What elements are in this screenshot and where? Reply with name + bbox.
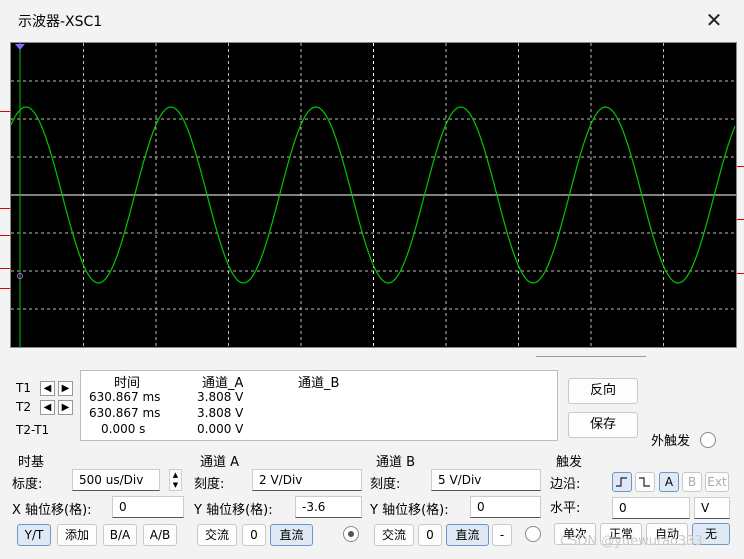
cursor-t1-marker-icon bbox=[15, 44, 25, 50]
scope-canvas bbox=[11, 43, 736, 347]
trigger-level-label: 水平: bbox=[550, 501, 581, 516]
channel-a-header: 通道_A bbox=[202, 376, 244, 391]
channel-a-radio[interactable] bbox=[343, 526, 359, 542]
channel-b-scale-label: 刻度: bbox=[370, 477, 401, 492]
bg-wire bbox=[0, 268, 10, 269]
t1-time: 630.867 ms bbox=[89, 390, 161, 404]
t1-label: T1 bbox=[16, 381, 31, 395]
timebase-title: 时基 bbox=[18, 455, 45, 470]
trigger-source-ext-button[interactable]: Ext bbox=[705, 472, 729, 492]
channel-b-offset-label: Y 轴位移(格): bbox=[370, 503, 449, 518]
reverse-button[interactable]: 反向 bbox=[568, 378, 638, 404]
scope-display bbox=[10, 42, 737, 348]
channel-b-header: 通道_B bbox=[298, 376, 340, 391]
channel-a-scale-label: 刻度: bbox=[194, 477, 225, 492]
t2-left-arrow-icon[interactable]: ◀ bbox=[40, 400, 55, 415]
t2-time: 630.867 ms bbox=[89, 406, 161, 420]
divider bbox=[536, 356, 646, 357]
t2-channel-a: 3.808 V bbox=[197, 406, 244, 420]
channel-b-ac-button[interactable]: 交流 bbox=[374, 524, 414, 546]
channel-a-scale-field[interactable]: 2 V/Div bbox=[252, 469, 362, 491]
trigger-source-a-button[interactable]: A bbox=[659, 472, 679, 492]
t21-label: T2-T1 bbox=[16, 423, 50, 437]
timebase-spin-icon[interactable]: ▲ ▼ bbox=[169, 469, 182, 491]
watermark: CSDN @yuewutao333 bbox=[560, 534, 703, 549]
timebase-scale-field[interactable]: 500 us/Div bbox=[72, 469, 160, 491]
t2-right-arrow-icon[interactable]: ▶ bbox=[58, 400, 73, 415]
measurement-readout: 时间 通道_A 通道_B 630.867 ms 3.808 V 630.867 … bbox=[80, 370, 558, 441]
channel-b-title: 通道 B bbox=[376, 455, 416, 470]
channel-a-offset-field[interactable]: -3.6 bbox=[295, 496, 362, 518]
delta-time: 0.000 s bbox=[101, 422, 146, 436]
trigger-edge-label: 边沿: bbox=[550, 477, 581, 492]
bg-wire bbox=[0, 208, 10, 209]
mode-add-button[interactable]: 添加 bbox=[57, 524, 97, 546]
channel-a-offset-label: Y 轴位移(格): bbox=[194, 503, 273, 518]
x-offset-label: X 轴位移(格): bbox=[12, 503, 92, 518]
bg-wire bbox=[737, 166, 744, 167]
time-header: 时间 bbox=[114, 376, 141, 391]
t1-right-arrow-icon[interactable]: ▶ bbox=[58, 381, 73, 396]
t2-label: T2 bbox=[16, 400, 31, 414]
trigger-level-field[interactable]: 0 bbox=[612, 497, 690, 519]
close-icon[interactable]: ✕ bbox=[698, 8, 730, 34]
channel-b-zero-button[interactable]: 0 bbox=[418, 524, 442, 546]
trigger-source-b-button[interactable]: B bbox=[682, 472, 702, 492]
timebase-scale-label: 标度: bbox=[12, 477, 43, 492]
save-button[interactable]: 保存 bbox=[568, 412, 638, 438]
channel-a-zero-button[interactable]: 0 bbox=[242, 524, 266, 546]
bg-wire bbox=[0, 288, 10, 289]
channel-b-dc-button[interactable]: 直流 bbox=[446, 524, 489, 546]
channel-b-offset-field[interactable]: 0 bbox=[470, 496, 541, 518]
channel-b-minus-button[interactable]: - bbox=[492, 524, 512, 546]
channel-b-scale-field[interactable]: 5 V/Div bbox=[431, 469, 541, 491]
channel-a-dc-button[interactable]: 直流 bbox=[270, 524, 313, 546]
trigger-title: 触发 bbox=[556, 455, 583, 470]
bg-wire bbox=[737, 273, 744, 274]
x-offset-field[interactable]: 0 bbox=[112, 496, 184, 518]
rising-edge-icon[interactable] bbox=[612, 472, 632, 492]
title-bar: 示波器-XSC1 ✕ bbox=[0, 0, 744, 40]
delta-channel-a: 0.000 V bbox=[197, 422, 244, 436]
cursor-panel: T1 ◀ ▶ T2 ◀ ▶ T2-T1 bbox=[10, 369, 80, 441]
channel-b-radio[interactable] bbox=[525, 526, 541, 542]
oscilloscope-window: 示波器-XSC1 ✕ T1 ◀ ▶ T2 ◀ ▶ T2-T1 时间 通道_A 通… bbox=[0, 0, 744, 559]
bg-wire bbox=[0, 111, 10, 112]
bg-wire bbox=[0, 235, 10, 236]
mode-yt-button[interactable]: Y/T bbox=[17, 524, 51, 546]
t1-left-arrow-icon[interactable]: ◀ bbox=[40, 381, 55, 396]
ext-trigger-label: 外触发 bbox=[651, 434, 691, 449]
ext-trigger-radio[interactable] bbox=[700, 432, 716, 448]
channel-a-ac-button[interactable]: 交流 bbox=[197, 524, 237, 546]
channel-a-title: 通道 A bbox=[200, 455, 240, 470]
window-title: 示波器-XSC1 bbox=[18, 14, 103, 30]
trigger-level-unit[interactable]: V bbox=[694, 497, 730, 519]
bg-wire bbox=[737, 219, 744, 220]
falling-edge-icon[interactable] bbox=[635, 472, 655, 492]
mode-ba-button[interactable]: B/A bbox=[103, 524, 137, 546]
t1-channel-a: 3.808 V bbox=[197, 390, 244, 404]
mode-ab-button[interactable]: A/B bbox=[143, 524, 177, 546]
